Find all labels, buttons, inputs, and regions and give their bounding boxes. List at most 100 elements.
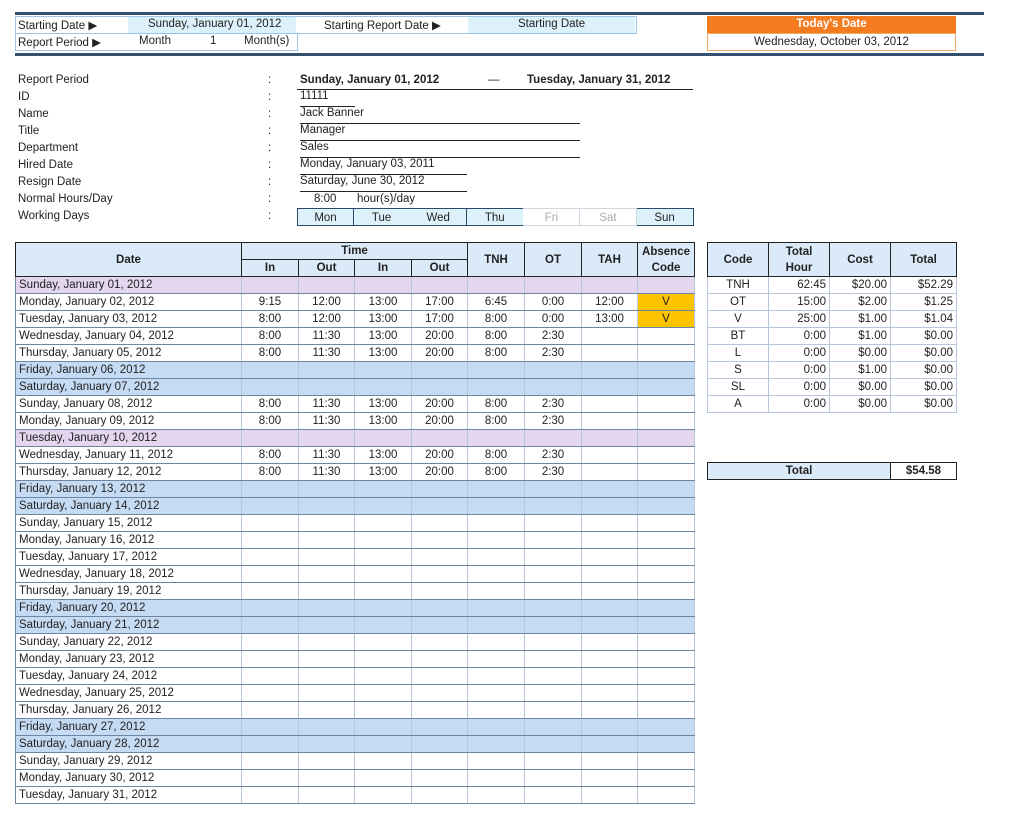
tnh-cell[interactable]	[467, 752, 526, 770]
in-1-cell[interactable]	[241, 650, 299, 668]
absence-code-cell[interactable]: V	[637, 310, 696, 328]
in-1-cell[interactable]: 9:15	[241, 293, 299, 311]
absence-code-cell[interactable]	[637, 446, 696, 464]
starting-date-field[interactable]: Sunday, January 01, 2012	[148, 18, 281, 30]
hired-date-field[interactable]: Monday, January 03, 2011	[300, 158, 467, 175]
tah-cell[interactable]	[581, 718, 639, 736]
tnh-cell[interactable]	[467, 667, 526, 685]
tnh-cell[interactable]	[467, 276, 526, 294]
ot-cell[interactable]: 2:30	[524, 412, 583, 430]
tah-cell[interactable]	[581, 463, 639, 481]
ot-cell[interactable]: 0:00	[524, 293, 583, 311]
ot-cell[interactable]	[524, 276, 583, 294]
out-2-cell[interactable]	[411, 565, 469, 583]
period-count-field[interactable]: 1	[210, 35, 216, 47]
in-2-cell[interactable]: 13:00	[354, 293, 412, 311]
out-2-cell[interactable]	[411, 514, 469, 532]
tnh-cell[interactable]	[467, 497, 526, 515]
tah-cell[interactable]	[581, 650, 639, 668]
tah-cell[interactable]	[581, 327, 639, 345]
tnh-cell[interactable]	[467, 718, 526, 736]
out-2-cell[interactable]	[411, 548, 469, 566]
in-1-cell[interactable]: 8:00	[241, 463, 299, 481]
in-1-cell[interactable]	[241, 667, 299, 685]
out-1-cell[interactable]	[298, 582, 355, 600]
tah-cell[interactable]	[581, 735, 639, 753]
tnh-cell[interactable]: 8:00	[467, 344, 526, 362]
ot-cell[interactable]	[524, 616, 583, 634]
in-1-cell[interactable]	[241, 616, 299, 634]
absence-code-cell[interactable]	[637, 565, 696, 583]
in-2-cell[interactable]	[354, 531, 412, 549]
tah-cell[interactable]	[581, 752, 639, 770]
absence-code-cell[interactable]	[637, 786, 696, 804]
absence-code-cell[interactable]	[637, 497, 696, 515]
out-2-cell[interactable]	[411, 582, 469, 600]
out-2-cell[interactable]	[411, 735, 469, 753]
in-1-cell[interactable]	[241, 701, 299, 719]
in-2-cell[interactable]	[354, 786, 412, 804]
absence-code-cell[interactable]	[637, 480, 696, 498]
ot-cell[interactable]: 2:30	[524, 463, 583, 481]
tah-cell[interactable]	[581, 378, 639, 396]
absence-code-cell[interactable]	[637, 361, 696, 379]
title-field[interactable]: Manager	[300, 124, 580, 141]
in-1-cell[interactable]	[241, 548, 299, 566]
tah-cell[interactable]: 13:00	[581, 310, 639, 328]
out-1-cell[interactable]	[298, 701, 355, 719]
in-2-cell[interactable]	[354, 650, 412, 668]
absence-code-cell[interactable]	[637, 718, 696, 736]
tnh-cell[interactable]	[467, 633, 526, 651]
out-1-cell[interactable]: 12:00	[298, 293, 355, 311]
tnh-cell[interactable]: 8:00	[467, 327, 526, 345]
out-1-cell[interactable]	[298, 565, 355, 583]
in-2-cell[interactable]: 13:00	[354, 310, 412, 328]
in-1-cell[interactable]: 8:00	[241, 327, 299, 345]
in-1-cell[interactable]: 8:00	[241, 344, 299, 362]
tnh-cell[interactable]	[467, 378, 526, 396]
out-1-cell[interactable]: 11:30	[298, 463, 355, 481]
tah-cell[interactable]	[581, 514, 639, 532]
absence-code-cell[interactable]	[637, 667, 696, 685]
ot-cell[interactable]	[524, 718, 583, 736]
out-1-cell[interactable]	[298, 684, 355, 702]
in-2-cell[interactable]: 13:00	[354, 412, 412, 430]
out-1-cell[interactable]	[298, 531, 355, 549]
out-1-cell[interactable]: 11:30	[298, 327, 355, 345]
absence-code-cell[interactable]	[637, 752, 696, 770]
absence-code-cell[interactable]	[637, 633, 696, 651]
in-2-cell[interactable]	[354, 752, 412, 770]
tnh-cell[interactable]: 8:00	[467, 310, 526, 328]
in-2-cell[interactable]	[354, 548, 412, 566]
ot-cell[interactable]	[524, 786, 583, 804]
tah-cell[interactable]	[581, 633, 639, 651]
absence-code-cell[interactable]	[637, 463, 696, 481]
out-1-cell[interactable]	[298, 378, 355, 396]
in-1-cell[interactable]	[241, 582, 299, 600]
ot-cell[interactable]: 2:30	[524, 327, 583, 345]
ot-cell[interactable]	[524, 378, 583, 396]
out-2-cell[interactable]	[411, 786, 469, 804]
out-1-cell[interactable]	[298, 429, 355, 447]
absence-code-cell[interactable]	[637, 582, 696, 600]
tnh-cell[interactable]	[467, 531, 526, 549]
tah-cell[interactable]	[581, 276, 639, 294]
absence-code-cell[interactable]	[637, 395, 696, 413]
out-2-cell[interactable]: 20:00	[411, 446, 469, 464]
out-2-cell[interactable]	[411, 480, 469, 498]
in-1-cell[interactable]: 8:00	[241, 446, 299, 464]
out-2-cell[interactable]	[411, 531, 469, 549]
working-day-sat[interactable]: Sat	[580, 208, 637, 226]
resign-date-field[interactable]: Saturday, June 30, 2012	[300, 175, 467, 192]
in-2-cell[interactable]	[354, 633, 412, 651]
working-day-fri[interactable]: Fri	[523, 208, 581, 226]
absence-code-cell[interactable]	[637, 735, 696, 753]
in-1-cell[interactable]	[241, 276, 299, 294]
ot-cell[interactable]	[524, 480, 583, 498]
absence-code-cell[interactable]: V	[637, 293, 696, 311]
in-1-cell[interactable]: 8:00	[241, 310, 299, 328]
id-field[interactable]: 11111	[300, 90, 355, 107]
tnh-cell[interactable]: 8:00	[467, 463, 526, 481]
ot-cell[interactable]	[524, 497, 583, 515]
working-day-mon[interactable]: Mon	[297, 208, 354, 226]
